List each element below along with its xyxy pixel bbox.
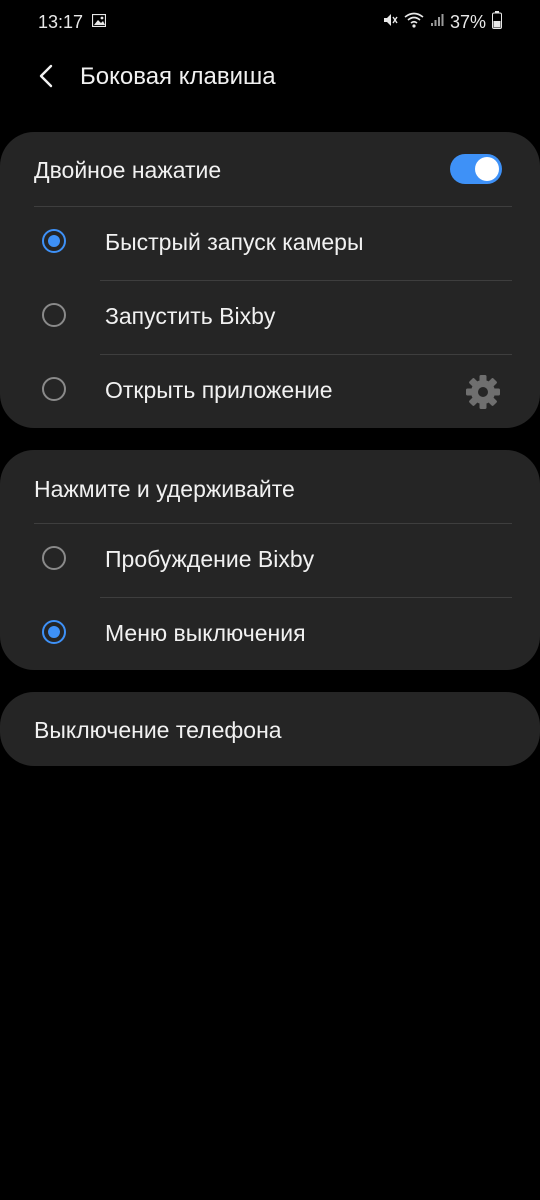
double-press-card: Двойное нажатие Быстрый запуск камеры За… — [0, 132, 540, 428]
double-press-toggle[interactable] — [450, 154, 502, 184]
wifi-icon — [404, 12, 424, 33]
power-off-label: Выключение телефона — [34, 717, 282, 743]
press-hold-title: Нажмите и удерживайте — [34, 476, 295, 502]
radio-open-app[interactable] — [42, 377, 66, 401]
radio-wake-bixby[interactable] — [42, 546, 66, 570]
option-launch-bixby[interactable]: Запустить Bixby — [0, 280, 540, 354]
gallery-icon — [91, 13, 107, 32]
battery-percent: 37% — [449, 11, 486, 32]
double-press-title: Двойное нажатие — [34, 157, 222, 183]
double-press-toggle-row[interactable]: Двойное нажатие — [0, 132, 540, 206]
radio-quick-camera[interactable] — [42, 229, 66, 253]
toggle-knob — [475, 157, 499, 181]
status-bar: 13:17 37% — [0, 0, 540, 44]
option-label: Быстрый запуск камеры — [105, 229, 364, 255]
page-title: Боковая клавиша — [80, 63, 276, 90]
option-wake-bixby[interactable]: Пробуждение Bixby — [0, 523, 540, 597]
battery-icon — [492, 10, 502, 34]
option-open-app[interactable]: Открыть приложение — [0, 354, 540, 428]
option-label: Пробуждение Bixby — [105, 546, 315, 572]
option-power-menu[interactable]: Меню выключения — [0, 597, 540, 671]
mute-icon — [382, 12, 398, 33]
option-label: Меню выключения — [105, 620, 306, 646]
chevron-left-icon — [38, 64, 54, 93]
status-icons: 37% — [382, 10, 502, 34]
option-quick-camera[interactable]: Быстрый запуск камеры — [0, 206, 540, 280]
option-label: Открыть приложение — [105, 377, 333, 403]
signal-icon — [430, 13, 444, 32]
gear-icon[interactable] — [463, 372, 503, 412]
power-off-item[interactable]: Выключение телефона — [0, 692, 540, 766]
status-time: 13:17 — [38, 12, 84, 32]
radio-power-menu[interactable] — [42, 620, 66, 644]
option-label: Запустить Bixby — [105, 303, 276, 329]
header: Боковая клавиша — [0, 48, 540, 108]
back-button[interactable] — [26, 58, 66, 98]
press-hold-card: Нажмите и удерживайте Пробуждение Bixby … — [0, 450, 540, 670]
radio-launch-bixby[interactable] — [42, 303, 66, 327]
